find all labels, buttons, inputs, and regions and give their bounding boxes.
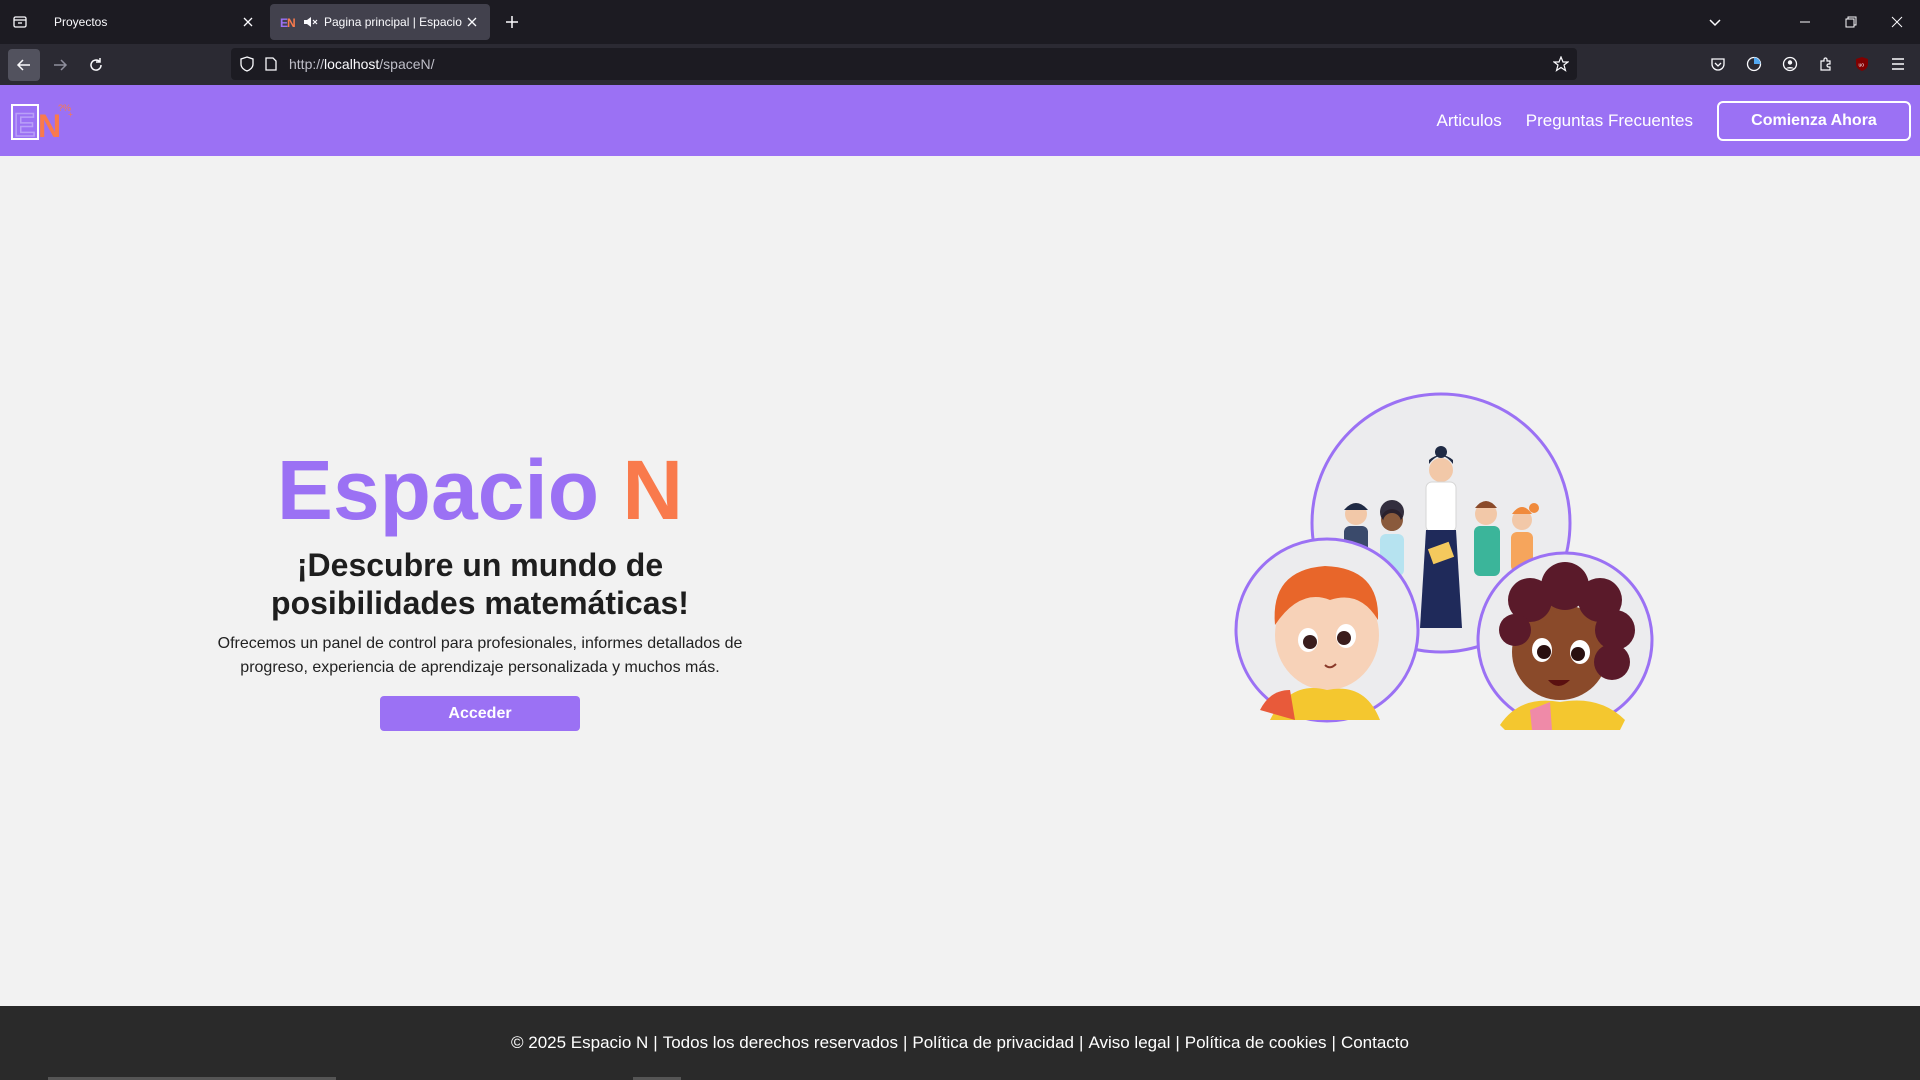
footer-link-aviso-legal[interactable]: Aviso legal: [1088, 1033, 1170, 1053]
hero-title: Espacio N: [200, 440, 760, 540]
svg-text:N: N: [287, 16, 296, 30]
menu-hamburger-icon[interactable]: [1880, 48, 1916, 80]
footer-separator: |: [1175, 1033, 1180, 1052]
tab-proyectos[interactable]: Proyectos: [44, 4, 266, 40]
url-path: /spaceN/: [379, 56, 435, 72]
mute-icon[interactable]: [302, 14, 318, 30]
logo-letter-e: E: [14, 107, 35, 143]
nav-link-articulos[interactable]: Articulos: [1437, 111, 1502, 131]
close-tab-icon[interactable]: [464, 14, 480, 30]
footer-link-privacidad[interactable]: Política de privacidad: [912, 1033, 1074, 1053]
hero-subtitle: ¡Descubre un mundo de posibilidades mate…: [271, 547, 689, 621]
pocket-icon[interactable]: [1700, 48, 1736, 80]
site-footer: © 2025 Espacio N | Todos los derechos re…: [0, 1006, 1920, 1080]
footer-link-cookies[interactable]: Política de cookies: [1185, 1033, 1327, 1053]
tab-manager-icon[interactable]: [0, 0, 40, 44]
bookmark-star-icon[interactable]: [1552, 55, 1570, 75]
acceder-button[interactable]: Acceder: [380, 696, 580, 731]
extension-circle-icon[interactable]: [1736, 48, 1772, 80]
url-host: localhost: [324, 56, 380, 72]
logo-letter-n: N: [38, 108, 61, 143]
svg-text:+: +: [68, 110, 73, 119]
window-controls: [1692, 0, 1920, 44]
browser-tab-bar: Proyectos EN Pagina principal | Espacio …: [0, 0, 1920, 44]
site-favicon-icon: EN: [280, 16, 296, 30]
svg-text:uo: uo: [1859, 63, 1865, 69]
hero-title-accent: N: [622, 443, 684, 537]
extensions-puzzle-icon[interactable]: [1808, 48, 1844, 80]
minimize-icon[interactable]: [1782, 0, 1828, 44]
restore-icon[interactable]: [1828, 0, 1874, 44]
nav-link-preguntas-frecuentes[interactable]: Preguntas Frecuentes: [1526, 111, 1693, 131]
browser-toolbar: uo: [1700, 48, 1916, 80]
page-icon[interactable]: [263, 56, 279, 72]
footer-link-contacto[interactable]: Contacto: [1341, 1033, 1409, 1053]
account-icon[interactable]: [1772, 48, 1808, 80]
tab-title: Proyectos: [54, 15, 108, 29]
url-bar[interactable]: http://localhost/spaceN/: [231, 48, 1577, 80]
footer-rights: Todos los derechos reservados: [662, 1033, 898, 1052]
site-nav: Articulos Preguntas Frecuentes Comienza …: [1437, 101, 1911, 141]
close-tab-icon[interactable]: [240, 14, 256, 30]
reload-icon[interactable]: [80, 49, 112, 81]
browser-nav-bar: http://localhost/spaceN/ uo: [0, 44, 1920, 85]
ublock-icon[interactable]: uo: [1844, 48, 1880, 80]
url-prefix: http://: [289, 56, 325, 72]
forward-icon[interactable]: [44, 49, 76, 81]
footer-separator: |: [653, 1033, 658, 1052]
site-header: E N ?% + Articulos Preguntas Frecuentes …: [0, 85, 1920, 156]
boy-avatar-illustration: [1234, 537, 1420, 723]
footer-separator: |: [903, 1033, 908, 1052]
espacio-n-logo[interactable]: E N ?% +: [10, 99, 78, 143]
students-teacher-illustration: [1234, 392, 1654, 730]
hero-title-main: Espacio: [276, 443, 623, 537]
footer-separator: |: [1079, 1033, 1084, 1052]
girl-avatar-illustration: [1476, 551, 1654, 730]
tab-pagina-principal[interactable]: EN Pagina principal | Espacio N: [270, 4, 490, 40]
hero-description: Ofrecemos un panel de control para profe…: [217, 635, 743, 676]
close-window-icon[interactable]: [1874, 0, 1920, 44]
comienza-ahora-button[interactable]: Comienza Ahora: [1717, 101, 1911, 141]
hero-section: Espacio N ¡Descubre un mundo de posibili…: [200, 440, 760, 731]
tab-title: Pagina principal | Espacio N: [324, 15, 464, 29]
footer-copyright: © 2025 Espacio N: [511, 1033, 649, 1052]
url-text: http://localhost/spaceN/: [289, 56, 435, 72]
new-tab-icon[interactable]: [496, 6, 528, 38]
back-icon[interactable]: [8, 48, 40, 81]
list-all-tabs-icon[interactable]: [1692, 0, 1738, 44]
shield-icon[interactable]: [239, 56, 255, 72]
footer-separator: |: [1331, 1033, 1336, 1052]
